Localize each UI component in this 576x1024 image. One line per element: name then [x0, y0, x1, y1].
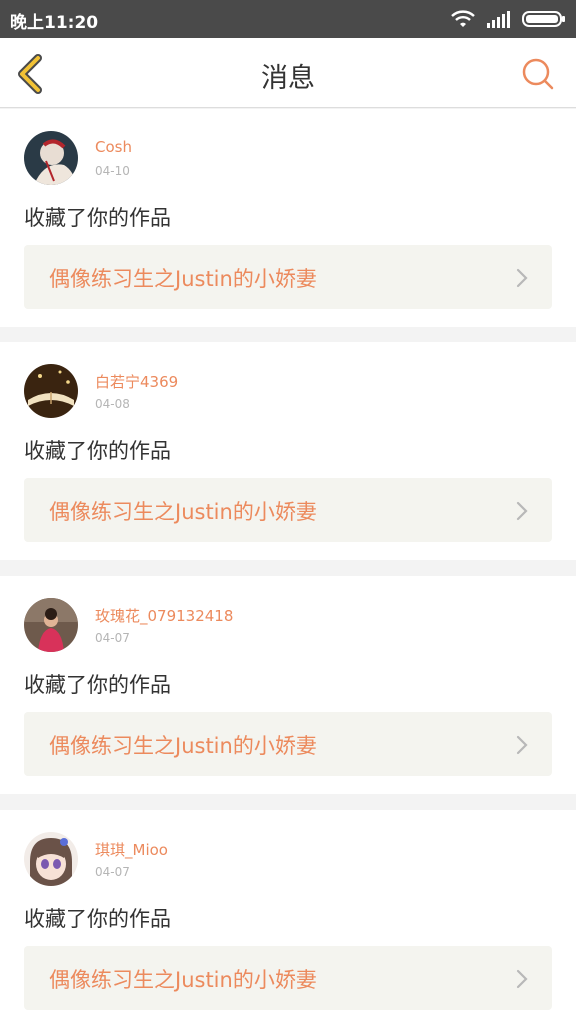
- status-icons: [450, 9, 566, 29]
- work-title: 偶像练习生之Justin的小娇妻: [49, 267, 317, 291]
- search-icon: [520, 58, 556, 96]
- message-date: 04-08: [95, 397, 130, 411]
- work-link[interactable]: 偶像练习生之Justin的小娇妻: [24, 478, 552, 542]
- user-name[interactable]: 白若宁4369: [95, 371, 178, 392]
- work-link[interactable]: 偶像练习生之Justin的小娇妻: [24, 946, 552, 1010]
- user-name[interactable]: 玫瑰花_079132418: [95, 605, 233, 626]
- work-link[interactable]: 偶像练习生之Justin的小娇妻: [24, 712, 552, 776]
- chevron-right-icon: [516, 735, 528, 755]
- top-navigation-bar: 消息: [0, 38, 576, 108]
- message-card: Cosh 04-10 收藏了你的作品 偶像练习生之Justin的小娇妻: [0, 109, 576, 327]
- user-name[interactable]: Cosh: [95, 138, 132, 156]
- status-bar: 晚上11:20: [0, 0, 576, 38]
- message-date: 04-07: [95, 865, 130, 879]
- work-title: 偶像练习生之Justin的小娇妻: [49, 968, 317, 992]
- work-link[interactable]: 偶像练习生之Justin的小娇妻: [24, 245, 552, 309]
- page-title: 消息: [261, 63, 315, 94]
- signal-icon: [486, 9, 512, 29]
- message-card: 白若宁4369 04-08 收藏了你的作品 偶像练习生之Justin的小娇妻: [0, 342, 576, 560]
- wifi-icon: [450, 9, 476, 29]
- avatar[interactable]: [24, 832, 78, 886]
- message-date: 04-07: [95, 631, 130, 645]
- action-text: 收藏了你的作品: [24, 439, 171, 463]
- avatar[interactable]: [24, 131, 78, 185]
- chevron-right-icon: [516, 501, 528, 521]
- action-text: 收藏了你的作品: [24, 206, 171, 230]
- action-text: 收藏了你的作品: [24, 907, 171, 931]
- chevron-right-icon: [516, 969, 528, 989]
- status-time: 晚上11:20: [10, 13, 99, 33]
- message-card: 琪琪_Mioo 04-07 收藏了你的作品 偶像练习生之Justin的小娇妻: [0, 810, 576, 1024]
- action-text: 收藏了你的作品: [24, 673, 171, 697]
- avatar[interactable]: [24, 598, 78, 652]
- user-name[interactable]: 琪琪_Mioo: [95, 839, 168, 860]
- chevron-right-icon: [516, 268, 528, 288]
- message-date: 04-10: [95, 164, 130, 178]
- message-card: 玫瑰花_079132418 04-07 收藏了你的作品 偶像练习生之Justin…: [0, 576, 576, 794]
- search-button[interactable]: [520, 56, 556, 92]
- work-title: 偶像练习生之Justin的小娇妻: [49, 734, 317, 758]
- avatar[interactable]: [24, 364, 78, 418]
- work-title: 偶像练习生之Justin的小娇妻: [49, 500, 317, 524]
- battery-icon: [522, 9, 566, 29]
